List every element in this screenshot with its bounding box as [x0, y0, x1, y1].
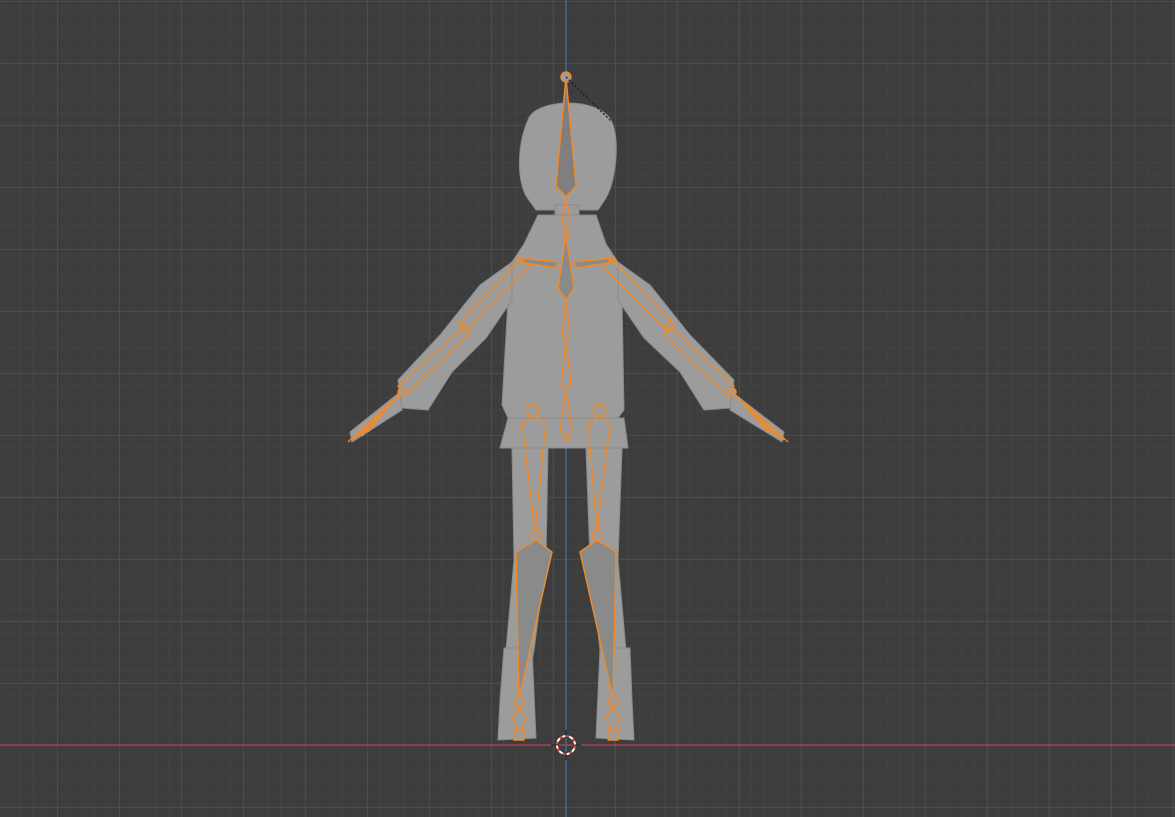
bone-left-toe[interactable]: [513, 730, 525, 741]
bone-hip-joint[interactable]: [562, 434, 570, 442]
bone-right-knee[interactable]: [591, 529, 603, 541]
bone-right-toe[interactable]: [607, 730, 619, 741]
bone-right-fingers[interactable]: [731, 391, 789, 443]
bone-left-knee[interactable]: [530, 529, 542, 541]
bone-left-fingers[interactable]: [347, 391, 403, 443]
character-mesh[interactable]: [349, 102, 785, 741]
mesh-hoodie: [501, 214, 625, 419]
mesh-left-sleeve: [397, 261, 513, 411]
bone-right-ankle[interactable]: [607, 696, 619, 708]
viewport-canvas[interactable]: [0, 0, 1175, 817]
3d-viewport[interactable]: [0, 0, 1175, 817]
mesh-left-boot: [497, 647, 537, 741]
bone-right-shin[interactable]: [579, 539, 617, 699]
bone-left-shin[interactable]: [515, 539, 553, 699]
bone-left-ankle[interactable]: [513, 696, 525, 708]
mesh-right-boot: [595, 647, 635, 741]
bone-left-hip-joint[interactable]: [526, 403, 540, 417]
bone-right-hip-joint[interactable]: [592, 403, 606, 417]
